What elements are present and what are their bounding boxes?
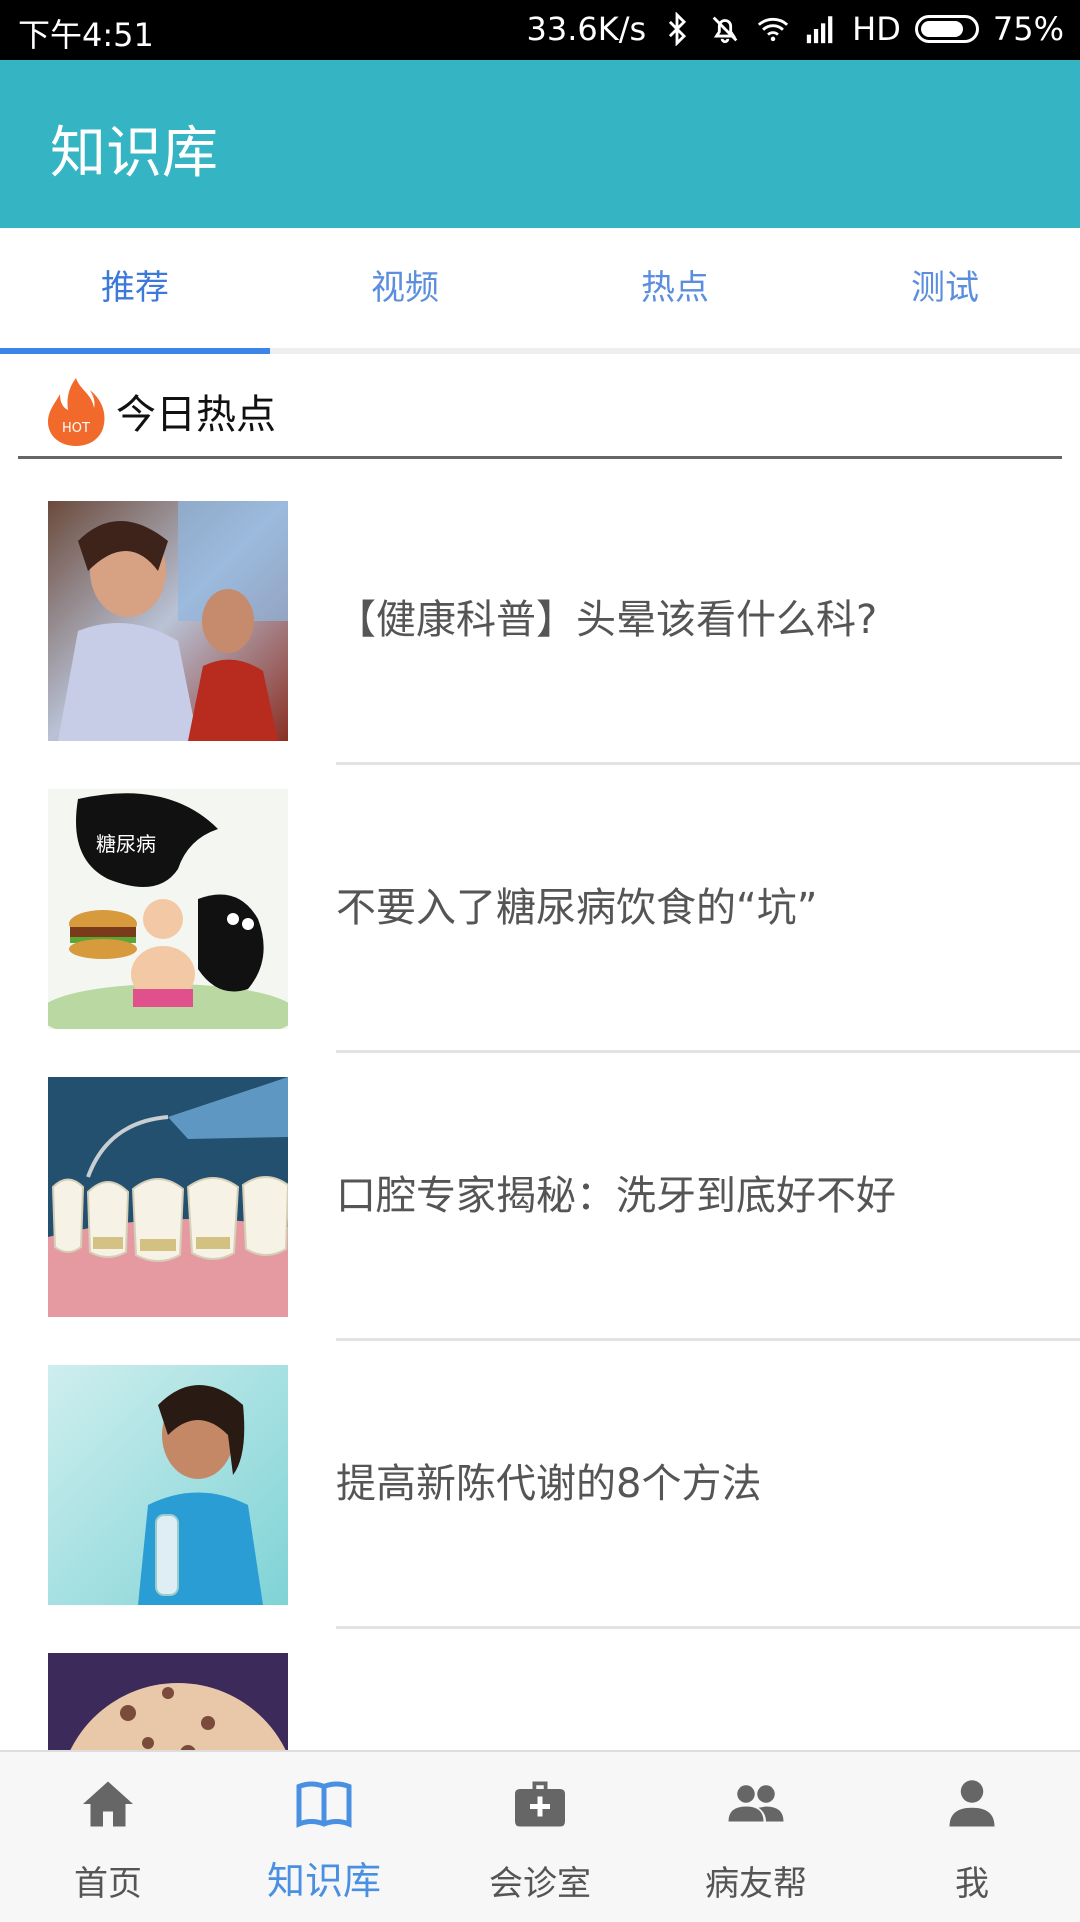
nav-label: 知识库 [266,1859,381,1903]
battery-level: 75% [992,10,1064,48]
people-icon [728,1785,784,1822]
network-type: HD [852,10,901,48]
list-item[interactable]: 糖尿病 不要入了糖尿病饮食的“坑” [0,748,1080,1053]
bottom-nav: 首页 知识库 会诊室 病友帮 我 [0,1750,1080,1922]
signal-icon [807,16,833,44]
diabetes-image-text: 糖尿病 [96,832,156,856]
nav-home[interactable]: 首页 [0,1752,216,1922]
bell-muted-icon [712,16,738,44]
net-speed: 33.6K/s [526,10,647,48]
nav-community[interactable]: 病友帮 [648,1752,864,1922]
medical-kit-icon [515,1781,565,1827]
article-list[interactable]: 【健康科普】头晕该看什么科? 糖尿病 不要入了糖尿病饮食的“坑” 口腔专家揭秘：… [0,460,1080,1750]
battery-icon [914,15,979,43]
nav-label: 我 [955,1864,989,1904]
woman-water-bottle-image [48,1365,288,1605]
status-icons: 33.6K/s HD 75% [526,10,1064,48]
teeth-cleaning-image [48,1077,288,1317]
tab-test[interactable]: 测试 [810,228,1080,348]
status-time: 下午4:51 [18,16,154,54]
tab-hot[interactable]: 热点 [540,228,810,348]
nav-consult[interactable]: 会诊室 [432,1752,648,1922]
bluetooth-icon [669,12,687,46]
floral-pattern-image [48,1653,288,1750]
book-icon [296,1781,352,1828]
app-bar: 知识库 [0,60,1080,228]
tab-recommend[interactable]: 推荐 [0,228,270,348]
page-title: 知识库 [50,121,218,186]
section-header: HOT 今日热点 [18,352,1062,459]
list-item[interactable]: 口腔专家揭秘：洗牙到底好不好 [0,1036,1080,1341]
article-title: 【健康科普】头晕该看什么科? [336,597,878,643]
list-item[interactable]: 【健康科普】头晕该看什么科? [0,460,1080,765]
list-item[interactable] [0,1612,1080,1750]
hot-flame-icon: HOT [48,378,105,446]
list-item[interactable]: 提高新陈代谢的8个方法 [0,1324,1080,1629]
nav-label: 病友帮 [705,1864,807,1904]
diabetes-cartoon-image: 糖尿病 [48,789,288,1029]
tab-video[interactable]: 视频 [270,228,540,348]
home-icon [83,1781,133,1827]
nav-me[interactable]: 我 [864,1752,1080,1922]
status-bar: 下午4:51 33.6K/s HD 75% [0,0,1080,60]
article-title: 口腔专家揭秘：洗牙到底好不好 [336,1173,896,1219]
wifi-icon [758,17,789,42]
nav-knowledge[interactable]: 知识库 [216,1752,432,1922]
dizzy-woman-image [48,501,288,741]
nav-label: 首页 [74,1864,142,1904]
nav-label: 会诊室 [489,1864,591,1904]
article-title: 提高新陈代谢的8个方法 [336,1461,762,1507]
section-title: 今日热点 [116,392,276,438]
article-title: 不要入了糖尿病饮食的“坑” [336,885,818,931]
hot-icon-text: HOT [62,421,90,436]
person-icon [949,1780,995,1827]
tab-bar: 推荐 视频 热点 测试 [0,228,1080,354]
